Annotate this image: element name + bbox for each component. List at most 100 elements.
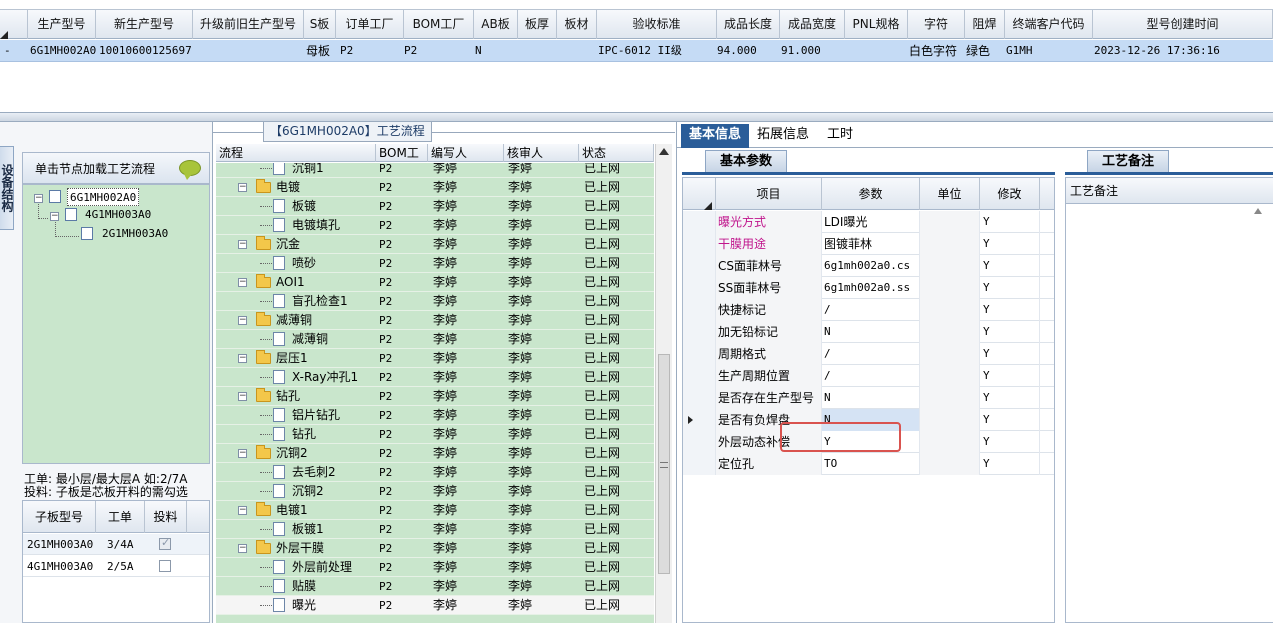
param-edit[interactable]: Y [980, 387, 1040, 409]
param-edit[interactable]: Y [980, 365, 1040, 387]
tab-extended-info[interactable]: 拓展信息 [749, 124, 817, 148]
process-row[interactable]: 沉铜1 P2 李婷 李婷 已上网 [216, 163, 654, 178]
cell-s-board[interactable]: 母板 [306, 40, 330, 62]
param-value[interactable]: / [822, 299, 920, 321]
col-header-bom[interactable]: BOM工厂 [376, 144, 428, 178]
row-indicator[interactable] [683, 211, 716, 233]
col-header-writer[interactable]: 编写人 [428, 144, 504, 162]
process-row[interactable]: 贴膜 P2 李婷 李婷 已上网 [216, 577, 654, 596]
param-row[interactable]: 加无铅标记 N Y [683, 321, 1054, 343]
table-row[interactable]: 2G1MH003A0 3/4A [23, 534, 209, 555]
cell-new-model[interactable]: 10010600125697 [99, 40, 192, 62]
col-header-length[interactable]: 成品长度 [717, 10, 780, 39]
param-row[interactable]: 定位孔 TO Y [683, 453, 1054, 475]
param-edit[interactable]: Y [980, 233, 1040, 255]
collapse-icon[interactable]: − [238, 354, 247, 363]
col-header-s-board[interactable]: S板 [304, 10, 336, 39]
row-indicator[interactable] [683, 321, 716, 343]
process-row[interactable]: 喷砂 P2 李婷 李婷 已上网 [216, 254, 654, 273]
horizontal-splitter[interactable] [0, 112, 1273, 122]
table-row[interactable]: 4G1MH003A0 2/5A [23, 556, 209, 577]
col-header-child-order[interactable]: 工单 [96, 501, 145, 533]
cell-bom-factory[interactable]: P2 [404, 40, 417, 62]
process-row[interactable]: X-Ray冲孔1 P2 李婷 李婷 已上网 [216, 368, 654, 387]
param-value[interactable]: N [822, 387, 920, 409]
process-row[interactable]: − 沉铜2 P2 李婷 李婷 已上网 [216, 444, 654, 463]
collapse-icon[interactable]: − [238, 278, 247, 287]
col-header-flow[interactable]: 流程 [216, 144, 376, 162]
param-edit[interactable]: Y [980, 431, 1040, 453]
col-header-ab-board[interactable]: AB板 [474, 10, 518, 39]
param-row[interactable]: 周期格式 / Y [683, 343, 1054, 365]
row-indicator[interactable] [683, 277, 716, 299]
process-scrollbar[interactable] [655, 144, 672, 623]
row-indicator[interactable] [683, 233, 716, 255]
col-header-standard[interactable]: 验收标准 [597, 10, 717, 39]
process-row[interactable]: − 外层干膜 P2 李婷 李婷 已上网 [216, 539, 654, 558]
feed-checkbox[interactable] [159, 536, 171, 550]
child-order[interactable]: 3/4A [107, 534, 134, 555]
process-row[interactable]: 钻孔 P2 李婷 李婷 已上网 [216, 425, 654, 444]
speech-bubble-icon[interactable] [179, 160, 201, 180]
col-header-old-model[interactable]: 升级前旧生产型号 [193, 10, 304, 39]
param-edit[interactable]: Y [980, 343, 1040, 365]
param-value[interactable]: TO [822, 453, 920, 475]
process-row[interactable]: − 减薄铜 P2 李婷 李婷 已上网 [216, 311, 654, 330]
collapse-icon[interactable]: − [238, 240, 247, 249]
col-header-pnl[interactable]: PNL规格 [845, 10, 908, 39]
param-edit[interactable]: Y [980, 409, 1040, 431]
param-row[interactable]: CS面菲林号 6g1mh002a0.cs Y [683, 255, 1054, 277]
tab-basic-info[interactable]: 基本信息 [681, 124, 750, 148]
row-indicator[interactable] [683, 343, 716, 365]
param-value[interactable]: 图镀菲林 [822, 233, 920, 255]
col-header-child-feed[interactable]: 投料 [145, 501, 187, 533]
feed-checkbox[interactable] [159, 560, 171, 572]
row-indicator[interactable] [683, 299, 716, 321]
row-indicator[interactable] [683, 409, 716, 431]
process-row[interactable]: 铝片钻孔 P2 李婷 李婷 已上网 [216, 406, 654, 425]
col-header-status[interactable]: 状态 [579, 144, 654, 162]
collapse-icon[interactable]: − [238, 183, 247, 192]
cell-char[interactable]: 白色字符 [909, 40, 957, 62]
structure-vertical-tab[interactable]: 设备结构 [0, 146, 14, 230]
cell-customer[interactable]: G1MH [1006, 40, 1033, 62]
cell-width[interactable]: 91.000 [781, 40, 821, 62]
param-value[interactable]: 6g1mh002a0.cs [822, 255, 920, 277]
process-row[interactable]: 电镀填孔 P2 李婷 李婷 已上网 [216, 216, 654, 235]
process-row[interactable]: − 电镀 P2 李婷 李婷 已上网 [216, 178, 654, 197]
process-row[interactable]: − 沉金 P2 李婷 李婷 已上网 [216, 235, 654, 254]
col-header-order-factory[interactable]: 订单工厂 [336, 10, 404, 39]
collapse-icon[interactable]: − [238, 506, 247, 515]
collapse-icon[interactable]: − [238, 392, 247, 401]
tree-node-2g1mh003a0[interactable]: 2G1MH003A0 [102, 225, 168, 243]
param-row[interactable]: 快捷标记 / Y [683, 299, 1054, 321]
process-row[interactable]: − 钻孔 P2 李婷 李婷 已上网 [216, 387, 654, 406]
col-header-param[interactable]: 参数 [822, 178, 920, 210]
process-row[interactable]: 减薄铜 P2 李婷 李婷 已上网 [216, 330, 654, 349]
model-grid-row[interactable]: - 6G1MH002A0 10010600125697 母板 P2 P2 N I… [0, 40, 1273, 62]
param-edit[interactable]: Y [980, 299, 1040, 321]
cell-ab-board[interactable]: N [475, 40, 482, 62]
col-header-child-model[interactable]: 子板型号 [23, 501, 96, 533]
process-row[interactable]: − 层压1 P2 李婷 李婷 已上网 [216, 349, 654, 368]
collapse-icon[interactable]: − [34, 194, 43, 203]
param-edit[interactable]: Y [980, 277, 1040, 299]
collapse-icon[interactable]: − [238, 449, 247, 458]
child-order[interactable]: 2/5A [107, 556, 134, 577]
col-header-char[interactable]: 字符 [908, 10, 965, 39]
process-row[interactable]: 外层前处理 P2 李婷 李婷 已上网 [216, 558, 654, 577]
process-row[interactable]: 曝光 P2 李婷 李婷 已上网 [216, 596, 654, 615]
param-row[interactable]: 曝光方式 LDI曝光 Y [683, 211, 1054, 233]
col-header-thickness[interactable]: 板厚 [518, 10, 557, 39]
col-header-item[interactable]: 项目 [716, 178, 822, 210]
param-row[interactable]: 是否存在生产型号 N Y [683, 387, 1054, 409]
param-value[interactable]: 6g1mh002a0.ss [822, 277, 920, 299]
row-indicator[interactable] [683, 431, 716, 453]
col-header-customer[interactable]: 终端客户代码 [1005, 10, 1093, 39]
col-header-edit[interactable]: 修改 [980, 178, 1040, 210]
process-row[interactable]: 板镀1 P2 李婷 李婷 已上网 [216, 520, 654, 539]
param-edit[interactable]: Y [980, 255, 1040, 277]
param-row[interactable]: 干膜用途 图镀菲林 Y [683, 233, 1054, 255]
row-indicator[interactable] [683, 365, 716, 387]
process-row[interactable]: 板镀 P2 李婷 李婷 已上网 [216, 197, 654, 216]
